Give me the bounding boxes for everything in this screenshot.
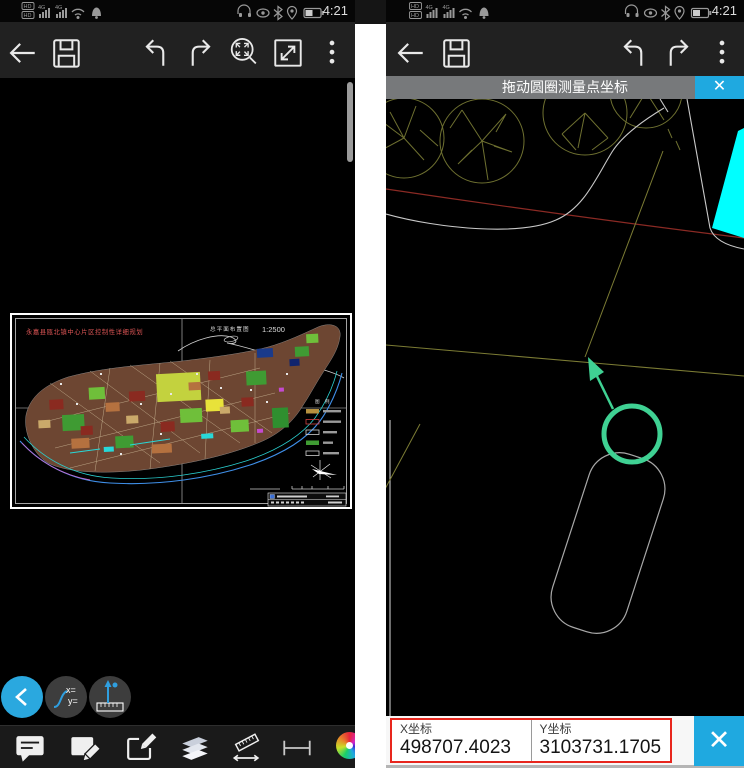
- building-outline: [543, 444, 673, 641]
- headset-icon: [626, 5, 638, 14]
- location-icon: [288, 7, 297, 20]
- map-title: 永嘉县瓯北镇中心片区控制性详细规划: [26, 327, 143, 336]
- location-icon: [675, 7, 684, 20]
- drawing-canvas[interactable]: 永嘉县瓯北镇中心片区控制性详细规划 总平面布置图 1:2500: [0, 78, 355, 725]
- svg-text:HD: HD: [24, 4, 32, 10]
- measure-distance-icon[interactable]: [277, 728, 317, 768]
- collapse-toolbar-button[interactable]: [1, 676, 43, 718]
- x-coordinate-field[interactable]: X坐标 498707.4023: [392, 720, 532, 761]
- compose-icon[interactable]: [120, 728, 160, 768]
- measure-marker[interactable]: [588, 357, 660, 462]
- status-icons: HD HD 4G 4G: [386, 0, 744, 22]
- scale-label: 1:2500: [262, 325, 285, 334]
- cyan-region: [712, 128, 744, 238]
- bluetooth-icon: [662, 7, 670, 20]
- undo-icon[interactable]: [614, 33, 654, 73]
- top-toolbar: [386, 22, 744, 78]
- y-coordinate-field[interactable]: Y坐标 3103731.1705: [532, 720, 671, 761]
- redo-icon[interactable]: [180, 33, 220, 73]
- zoom-extents-icon[interactable]: [224, 33, 264, 73]
- svg-text:4G: 4G: [426, 5, 433, 11]
- elevation-measure-button[interactable]: [89, 676, 131, 718]
- redo-icon[interactable]: [658, 33, 698, 73]
- title-block: [268, 493, 346, 506]
- back-icon[interactable]: [2, 33, 42, 73]
- color-palette-icon[interactable]: [336, 732, 355, 759]
- banner-close-button[interactable]: ✕: [695, 76, 744, 99]
- site-plan-map: 永嘉县瓯北镇中心片区控制性详细规划 总平面布置图 1:2500: [10, 313, 352, 509]
- measure-banner: 拖动圆圈测量点坐标 ✕: [386, 76, 744, 99]
- panel-divider: [355, 0, 386, 768]
- measure-tool-panel: HD HD 4G 4G: [386, 0, 744, 768]
- undo-icon[interactable]: [136, 33, 176, 73]
- svg-text:HD: HD: [411, 13, 419, 19]
- status-bar: HD HD 4G 4G: [386, 0, 744, 22]
- svg-text:x=: x=: [66, 685, 76, 695]
- plan-label: 总平面布置图: [210, 325, 250, 333]
- svg-text:HD: HD: [411, 4, 419, 10]
- note-edit-icon[interactable]: [65, 728, 105, 768]
- svg-text:4G: 4G: [443, 5, 450, 11]
- measure-circle: [604, 406, 660, 462]
- wifi-icon: [460, 9, 472, 15]
- back-icon[interactable]: [390, 33, 430, 73]
- status-icons: HD HD 4G 4G: [0, 0, 355, 22]
- svg-text:图 例: 图 例: [315, 398, 331, 405]
- top-toolbar: [0, 22, 355, 78]
- svg-text:HD: HD: [24, 13, 32, 19]
- coordinate-query-button[interactable]: x= y=: [45, 676, 87, 718]
- svg-text:y=: y=: [68, 696, 78, 706]
- y-value: 3103731.1705: [540, 736, 671, 760]
- clock: 4:21: [323, 3, 348, 18]
- bottom-toolbar: [0, 725, 355, 768]
- save-icon[interactable]: [46, 33, 86, 73]
- svg-text:4G: 4G: [55, 5, 62, 11]
- more-icon[interactable]: [702, 33, 742, 73]
- bluetooth-icon: [274, 7, 282, 20]
- cad-canvas[interactable]: [386, 99, 744, 716]
- more-icon[interactable]: [312, 33, 352, 73]
- bell-icon: [480, 8, 489, 19]
- banner-text: 拖动圆圈测量点坐标: [386, 76, 744, 99]
- comment-icon[interactable]: [10, 728, 50, 768]
- measure-length-icon[interactable]: [227, 728, 267, 768]
- close-measure-button[interactable]: ✕: [694, 716, 744, 766]
- y-label: Y坐标: [540, 722, 671, 736]
- xy-coordinate-icon: x= y=: [45, 676, 87, 718]
- cad-sheet: 永嘉县瓯北镇中心片区控制性详细规划 总平面布置图 1:2500: [10, 313, 352, 509]
- scrollbar[interactable]: [347, 82, 353, 162]
- clock: 4:21: [712, 3, 737, 18]
- layers-icon[interactable]: [175, 728, 215, 768]
- elevation-ruler-icon: [89, 676, 131, 718]
- x-label: X坐标: [400, 722, 531, 736]
- headset-icon: [238, 5, 250, 14]
- tree-canopies: [386, 99, 682, 183]
- svg-text:4G: 4G: [38, 5, 45, 11]
- cad-scene: [386, 99, 744, 716]
- coordinate-result-bar: X坐标 498707.4023 Y坐标 3103731.1705 ✕: [386, 716, 744, 768]
- coordinate-box: X坐标 498707.4023 Y坐标 3103731.1705: [390, 718, 672, 763]
- save-icon[interactable]: [436, 33, 476, 73]
- red-polyline: [386, 189, 744, 238]
- measure-arrow: [588, 357, 604, 381]
- fullscreen-icon[interactable]: [268, 33, 308, 73]
- bell-icon: [92, 8, 101, 19]
- cad-viewer-panel: HD HD 4G 4G: [0, 0, 355, 768]
- chevron-left-icon: [1, 676, 43, 718]
- x-value: 498707.4023: [400, 736, 531, 760]
- olive-lines: [386, 151, 744, 502]
- wifi-icon: [72, 9, 84, 15]
- status-bar: HD HD 4G 4G: [0, 0, 355, 22]
